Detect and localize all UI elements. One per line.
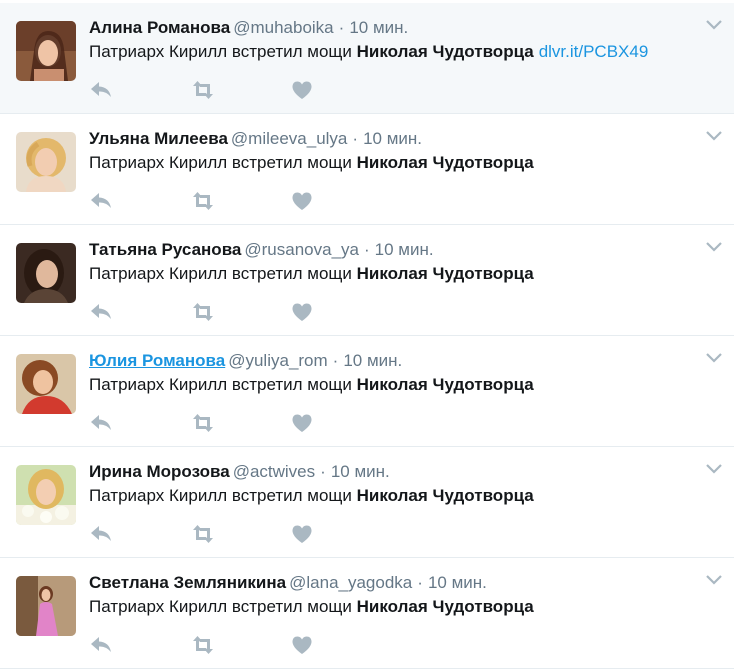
- heart-icon[interactable]: [290, 79, 316, 103]
- separator: ·: [417, 573, 423, 592]
- author-handle[interactable]: @yuliya_rom: [228, 351, 327, 370]
- tweet-header: Юлия Романова @yuliya_rom · 10 мин.: [89, 349, 402, 373]
- tweet-item[interactable]: Ирина Морозова @actwives · 10 мин. Патриарх…: [0, 447, 734, 558]
- retweet-icon[interactable]: [190, 523, 216, 547]
- timestamp[interactable]: 10 мин.: [428, 573, 487, 592]
- avatar[interactable]: [16, 354, 76, 414]
- retweet-icon[interactable]: [190, 79, 216, 103]
- avatar[interactable]: [16, 132, 76, 192]
- retweet-icon[interactable]: [190, 634, 216, 658]
- chevron-down-icon[interactable]: [704, 17, 724, 33]
- tweet-text-bold: Николая Чудотворца: [356, 153, 534, 172]
- retweet-icon[interactable]: [190, 301, 216, 325]
- separator: ·: [338, 18, 345, 37]
- tweet-item[interactable]: Ульяна Милеева @mileeva_ulya · 10 мин. Патр…: [0, 114, 734, 225]
- author-handle[interactable]: @muhaboika: [233, 18, 333, 37]
- reply-icon[interactable]: [89, 190, 115, 214]
- tweet-text-plain: Патриарх Кирилл встретил мощи: [89, 597, 352, 616]
- tweet-header: Ульяна Милеева @mileeva_ulya · 10 мин.: [89, 127, 422, 151]
- author-handle[interactable]: @rusanova_ya: [244, 240, 359, 259]
- author-handle[interactable]: @actwives: [233, 462, 315, 481]
- timestamp[interactable]: 10 мин.: [331, 462, 390, 481]
- tweet-header: Ирина Морозова @actwives · 10 мин.: [89, 460, 390, 484]
- author-name[interactable]: Ирина Морозова: [89, 462, 230, 481]
- tweet-text: Патриарх Кирилл встретил мощи Николая Чу…: [89, 373, 534, 397]
- heart-icon[interactable]: [290, 412, 316, 436]
- tweet-text-bold: Николая Чудотворца: [356, 264, 534, 283]
- author-name[interactable]: Татьяна Русанова: [89, 240, 241, 259]
- tweet-text-plain: Патриарх Кирилл встретил мощи: [89, 264, 352, 283]
- tweet-text: Патриарх Кирилл встретил мощи Николая Чу…: [89, 262, 534, 286]
- reply-icon[interactable]: [89, 634, 115, 658]
- chevron-down-icon[interactable]: [704, 461, 724, 477]
- tweet-text-plain: Патриарх Кирилл встретил мощи: [89, 375, 352, 394]
- chevron-down-icon[interactable]: [704, 128, 724, 144]
- chevron-down-icon[interactable]: [704, 350, 724, 366]
- reply-icon[interactable]: [89, 301, 115, 325]
- separator: ·: [320, 462, 326, 481]
- tweet-item[interactable]: Юлия Романова @yuliya_rom · 10 мин. Патриар…: [0, 336, 734, 447]
- heart-icon[interactable]: [290, 634, 316, 658]
- tweet-text-bold: Николая Чудотворца: [356, 375, 534, 394]
- tweet-item[interactable]: Алина Романова @muhaboika · 10 мин. Патриар…: [0, 3, 734, 114]
- separator: ·: [364, 240, 370, 259]
- heart-icon[interactable]: [290, 190, 316, 214]
- avatar[interactable]: [16, 576, 76, 636]
- tweet-item[interactable]: Светлана Земляникина @lana_yagodka · 10 мин…: [0, 558, 734, 669]
- tweet-header: Татьяна Русанова @rusanova_ya · 10 мин.: [89, 238, 434, 262]
- retweet-icon[interactable]: [190, 412, 216, 436]
- author-name[interactable]: Юлия Романова: [89, 351, 225, 370]
- reply-icon[interactable]: [89, 79, 115, 103]
- avatar[interactable]: [16, 243, 76, 303]
- chevron-down-icon[interactable]: [704, 239, 724, 255]
- reply-icon[interactable]: [89, 412, 115, 436]
- author-handle[interactable]: @lana_yagodka: [289, 573, 412, 592]
- author-name[interactable]: Алина Романова: [89, 18, 230, 37]
- avatar[interactable]: [16, 465, 76, 525]
- tweet-text-bold: Николая Чудотворца: [356, 486, 534, 505]
- tweet-header: Алина Романова @muhaboika · 10 мин.: [89, 16, 408, 40]
- separator: ·: [332, 351, 339, 370]
- avatar[interactable]: [16, 21, 76, 81]
- chevron-down-icon[interactable]: [704, 572, 724, 588]
- author-handle[interactable]: @mileeva_ulya: [231, 129, 347, 148]
- tweet-text: Патриарх Кирилл встретил мощи Николая Чу…: [89, 40, 648, 64]
- tweet-text-plain: Патриарх Кирилл встретил мощи: [89, 153, 352, 172]
- tweet-text-plain: Патриарх Кирилл встретил мощи: [89, 42, 352, 61]
- tweet-text-plain: Патриарх Кирилл встретил мощи: [89, 486, 352, 505]
- author-name[interactable]: Ульяна Милеева: [89, 129, 228, 148]
- tweet-text: Патриарх Кирилл встретил мощи Николая Чу…: [89, 595, 534, 619]
- tweet-item[interactable]: Татьяна Русанова @rusanova_ya · 10 мин. Пат…: [0, 225, 734, 336]
- heart-icon[interactable]: [290, 523, 316, 547]
- author-name[interactable]: Светлана Земляникина: [89, 573, 286, 592]
- tweet-text: Патриарх Кирилл встретил мощи Николая Чу…: [89, 151, 534, 175]
- retweet-icon[interactable]: [190, 190, 216, 214]
- timestamp[interactable]: 10 мин.: [343, 351, 402, 370]
- tweet-text-bold: Николая Чудотворца: [356, 597, 534, 616]
- tweet-text: Патриарх Кирилл встретил мощи Николая Чу…: [89, 484, 534, 508]
- tweet-header: Светлана Земляникина @lana_yagodka · 10 мин…: [89, 571, 487, 595]
- reply-icon[interactable]: [89, 523, 115, 547]
- timestamp[interactable]: 10 мин.: [375, 240, 434, 259]
- timeline: Алина Романова @muhaboika · 10 мин. Патриар…: [0, 0, 734, 669]
- separator: ·: [352, 129, 359, 148]
- tweet-link[interactable]: dlvr.it/PCBX49: [539, 42, 649, 61]
- tweet-text-bold: Николая Чудотворца: [356, 42, 534, 61]
- heart-icon[interactable]: [290, 301, 316, 325]
- timestamp[interactable]: 10 мин.: [363, 129, 422, 148]
- timestamp[interactable]: 10 мин.: [349, 18, 408, 37]
